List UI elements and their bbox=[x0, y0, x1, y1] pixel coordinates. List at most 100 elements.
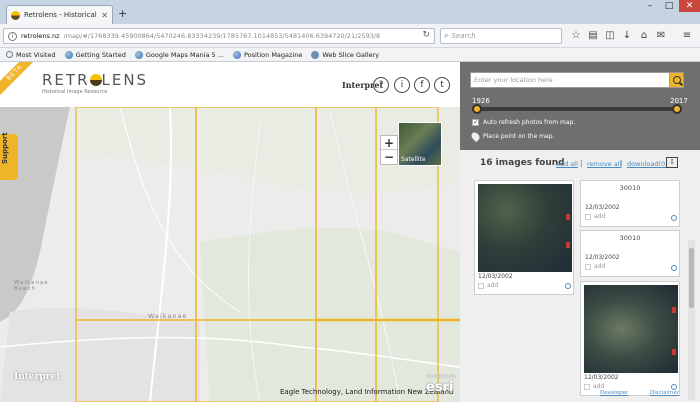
disclaimer-link[interactable]: Disclaimer bbox=[650, 390, 679, 396]
download-icon[interactable]: ↓ bbox=[621, 30, 633, 42]
esri-logo[interactable]: esri bbox=[426, 380, 453, 395]
add-all-link[interactable]: add all bbox=[556, 160, 578, 168]
search-placeholder: Search bbox=[451, 32, 476, 40]
download-icon[interactable]: ⇩ bbox=[666, 157, 678, 168]
help-icon[interactable]: ? bbox=[373, 77, 389, 93]
map-view[interactable]: BETA RETR LENS Historical Image Resource … bbox=[0, 62, 460, 402]
scroll-thumb[interactable] bbox=[689, 248, 694, 308]
add-to-cart[interactable]: add bbox=[584, 383, 604, 390]
result-card[interactable]: 30010 12/03/2002 add bbox=[580, 180, 680, 227]
result-date: 12/03/2002 bbox=[584, 374, 619, 381]
address-bar[interactable]: i retrolens.nz /map/#/1768339.45900864/5… bbox=[3, 28, 435, 44]
support-tab[interactable]: Support bbox=[0, 132, 18, 180]
bookmark-position-magazine[interactable]: Position Magazine bbox=[232, 50, 302, 59]
download-link[interactable]: download(0) bbox=[627, 160, 668, 168]
add-checkbox[interactable] bbox=[585, 213, 591, 220]
auto-refresh-row[interactable]: ✓ Auto refresh photos from map. bbox=[472, 119, 575, 126]
map-pin-icon[interactable] bbox=[469, 130, 482, 143]
magnify-icon[interactable] bbox=[671, 215, 677, 221]
remove-all-link[interactable]: remove all bbox=[587, 160, 621, 168]
results-count: 16 images found bbox=[480, 158, 565, 168]
place-label-waikanae: Waikanae bbox=[148, 312, 188, 320]
place-point-label: Place point on the map. bbox=[483, 133, 555, 140]
location-search-button[interactable] bbox=[669, 72, 684, 88]
facebook-icon[interactable]: f bbox=[414, 77, 430, 93]
year-start-handle[interactable] bbox=[472, 104, 482, 114]
bookmark-google-maps-mania[interactable]: Google Maps Mania 5 ... bbox=[134, 50, 224, 59]
search-box[interactable]: ⌕ Search bbox=[440, 28, 562, 44]
retrolens-page: BETA RETR LENS Historical Image Resource … bbox=[0, 62, 700, 402]
result-card[interactable]: 30010 12/03/2002 add bbox=[580, 230, 680, 277]
developer-link[interactable]: Developer bbox=[600, 390, 628, 396]
results-area: 16 images found add all | remove all | d… bbox=[460, 150, 700, 402]
site-header: BETA RETR LENS Historical Image Resource … bbox=[0, 62, 460, 107]
pocket-icon[interactable]: ◫ bbox=[604, 30, 616, 42]
place-label-waikanae-beach: Waikanae Beach bbox=[14, 280, 49, 292]
result-id: 30010 bbox=[619, 234, 641, 242]
add-checkbox[interactable] bbox=[585, 263, 591, 270]
reading-list-icon[interactable]: ▤ bbox=[587, 30, 599, 42]
browser-tab[interactable]: Retrolens - Historical Image ✕ bbox=[6, 5, 113, 24]
bookmarks-bar: Most Visited Getting Started Google Maps… bbox=[0, 48, 700, 62]
home-icon[interactable]: ⌂ bbox=[638, 30, 650, 42]
bookmark-star-icon[interactable]: ☆ bbox=[570, 30, 582, 42]
magnify-icon[interactable] bbox=[671, 265, 677, 271]
browser-tabstrip: Retrolens - Historical Image ✕ + – □ ✕ bbox=[0, 0, 700, 24]
bookmark-getting-started[interactable]: Getting Started bbox=[64, 50, 126, 59]
retrolens-favicon-icon bbox=[11, 10, 20, 20]
reload-icon[interactable]: ↻ bbox=[422, 30, 430, 40]
film-marker bbox=[566, 214, 570, 220]
aerial-photo-thumbnail[interactable] bbox=[478, 184, 572, 272]
result-date: 12/03/2002 bbox=[585, 254, 620, 261]
add-checkbox[interactable] bbox=[478, 282, 484, 289]
browser-navbar: i retrolens.nz /map/#/1768339.45900864/5… bbox=[0, 24, 700, 48]
zoom-out-button[interactable]: − bbox=[381, 150, 397, 164]
bookmark-most-visited[interactable]: Most Visited bbox=[6, 51, 56, 59]
search-icon: ⌕ bbox=[444, 31, 449, 40]
info-icon[interactable]: i bbox=[394, 77, 410, 93]
film-marker bbox=[672, 307, 676, 313]
map-canvas bbox=[0, 106, 460, 402]
globe-icon bbox=[134, 50, 143, 59]
separator: | bbox=[620, 159, 623, 167]
satellite-label: Satellite bbox=[401, 156, 426, 163]
result-date: 12/03/2002 bbox=[585, 204, 620, 211]
location-input[interactable]: Enter your location here bbox=[470, 72, 670, 88]
add-checkbox[interactable] bbox=[584, 383, 590, 390]
add-to-cart[interactable]: add bbox=[585, 263, 605, 270]
chat-icon[interactable]: ✉ bbox=[655, 30, 667, 42]
globe-icon bbox=[232, 50, 241, 59]
add-to-cart[interactable]: add bbox=[585, 213, 605, 220]
menu-icon[interactable]: ≡ bbox=[681, 30, 693, 42]
close-tab-icon[interactable]: ✕ bbox=[101, 11, 108, 20]
minimize-icon[interactable]: – bbox=[641, 0, 659, 12]
maximize-icon[interactable]: □ bbox=[660, 0, 678, 12]
globe-icon bbox=[64, 50, 73, 59]
result-card[interactable]: 12/03/2002 add bbox=[580, 281, 680, 396]
magnify-icon[interactable] bbox=[565, 283, 571, 289]
result-date: 12/03/2002 bbox=[478, 273, 513, 280]
bookmark-web-slice-gallery[interactable]: Web Slice Gallery bbox=[311, 50, 379, 59]
year-range-slider[interactable] bbox=[472, 104, 682, 114]
site-info-icon[interactable]: i bbox=[8, 31, 17, 41]
tab-title: Retrolens - Historical Image bbox=[24, 11, 97, 19]
twitter-icon[interactable]: t bbox=[434, 77, 450, 93]
film-marker bbox=[566, 242, 570, 248]
gear-icon bbox=[6, 51, 13, 58]
zoom-in-button[interactable]: + bbox=[381, 136, 397, 150]
place-point-row[interactable]: Place point on the map. bbox=[469, 130, 555, 143]
new-tab-icon[interactable]: + bbox=[118, 7, 127, 20]
film-marker bbox=[672, 349, 676, 355]
zoom-control: + − bbox=[380, 135, 398, 165]
add-to-cart[interactable]: add bbox=[478, 282, 498, 289]
auto-refresh-checkbox[interactable]: ✓ bbox=[472, 119, 479, 126]
satellite-basemap-toggle[interactable]: Satellite bbox=[398, 122, 442, 166]
close-window-icon[interactable]: ✕ bbox=[679, 0, 700, 12]
aerial-photo-thumbnail[interactable] bbox=[584, 285, 678, 373]
results-scrollbar[interactable] bbox=[688, 240, 695, 400]
auto-refresh-label: Auto refresh photos from map. bbox=[483, 119, 576, 126]
result-card[interactable]: 12/03/2002 add bbox=[474, 180, 574, 295]
retrolens-logo[interactable]: RETR LENS bbox=[42, 71, 148, 89]
lens-icon bbox=[89, 74, 102, 86]
year-end-handle[interactable] bbox=[672, 104, 682, 114]
